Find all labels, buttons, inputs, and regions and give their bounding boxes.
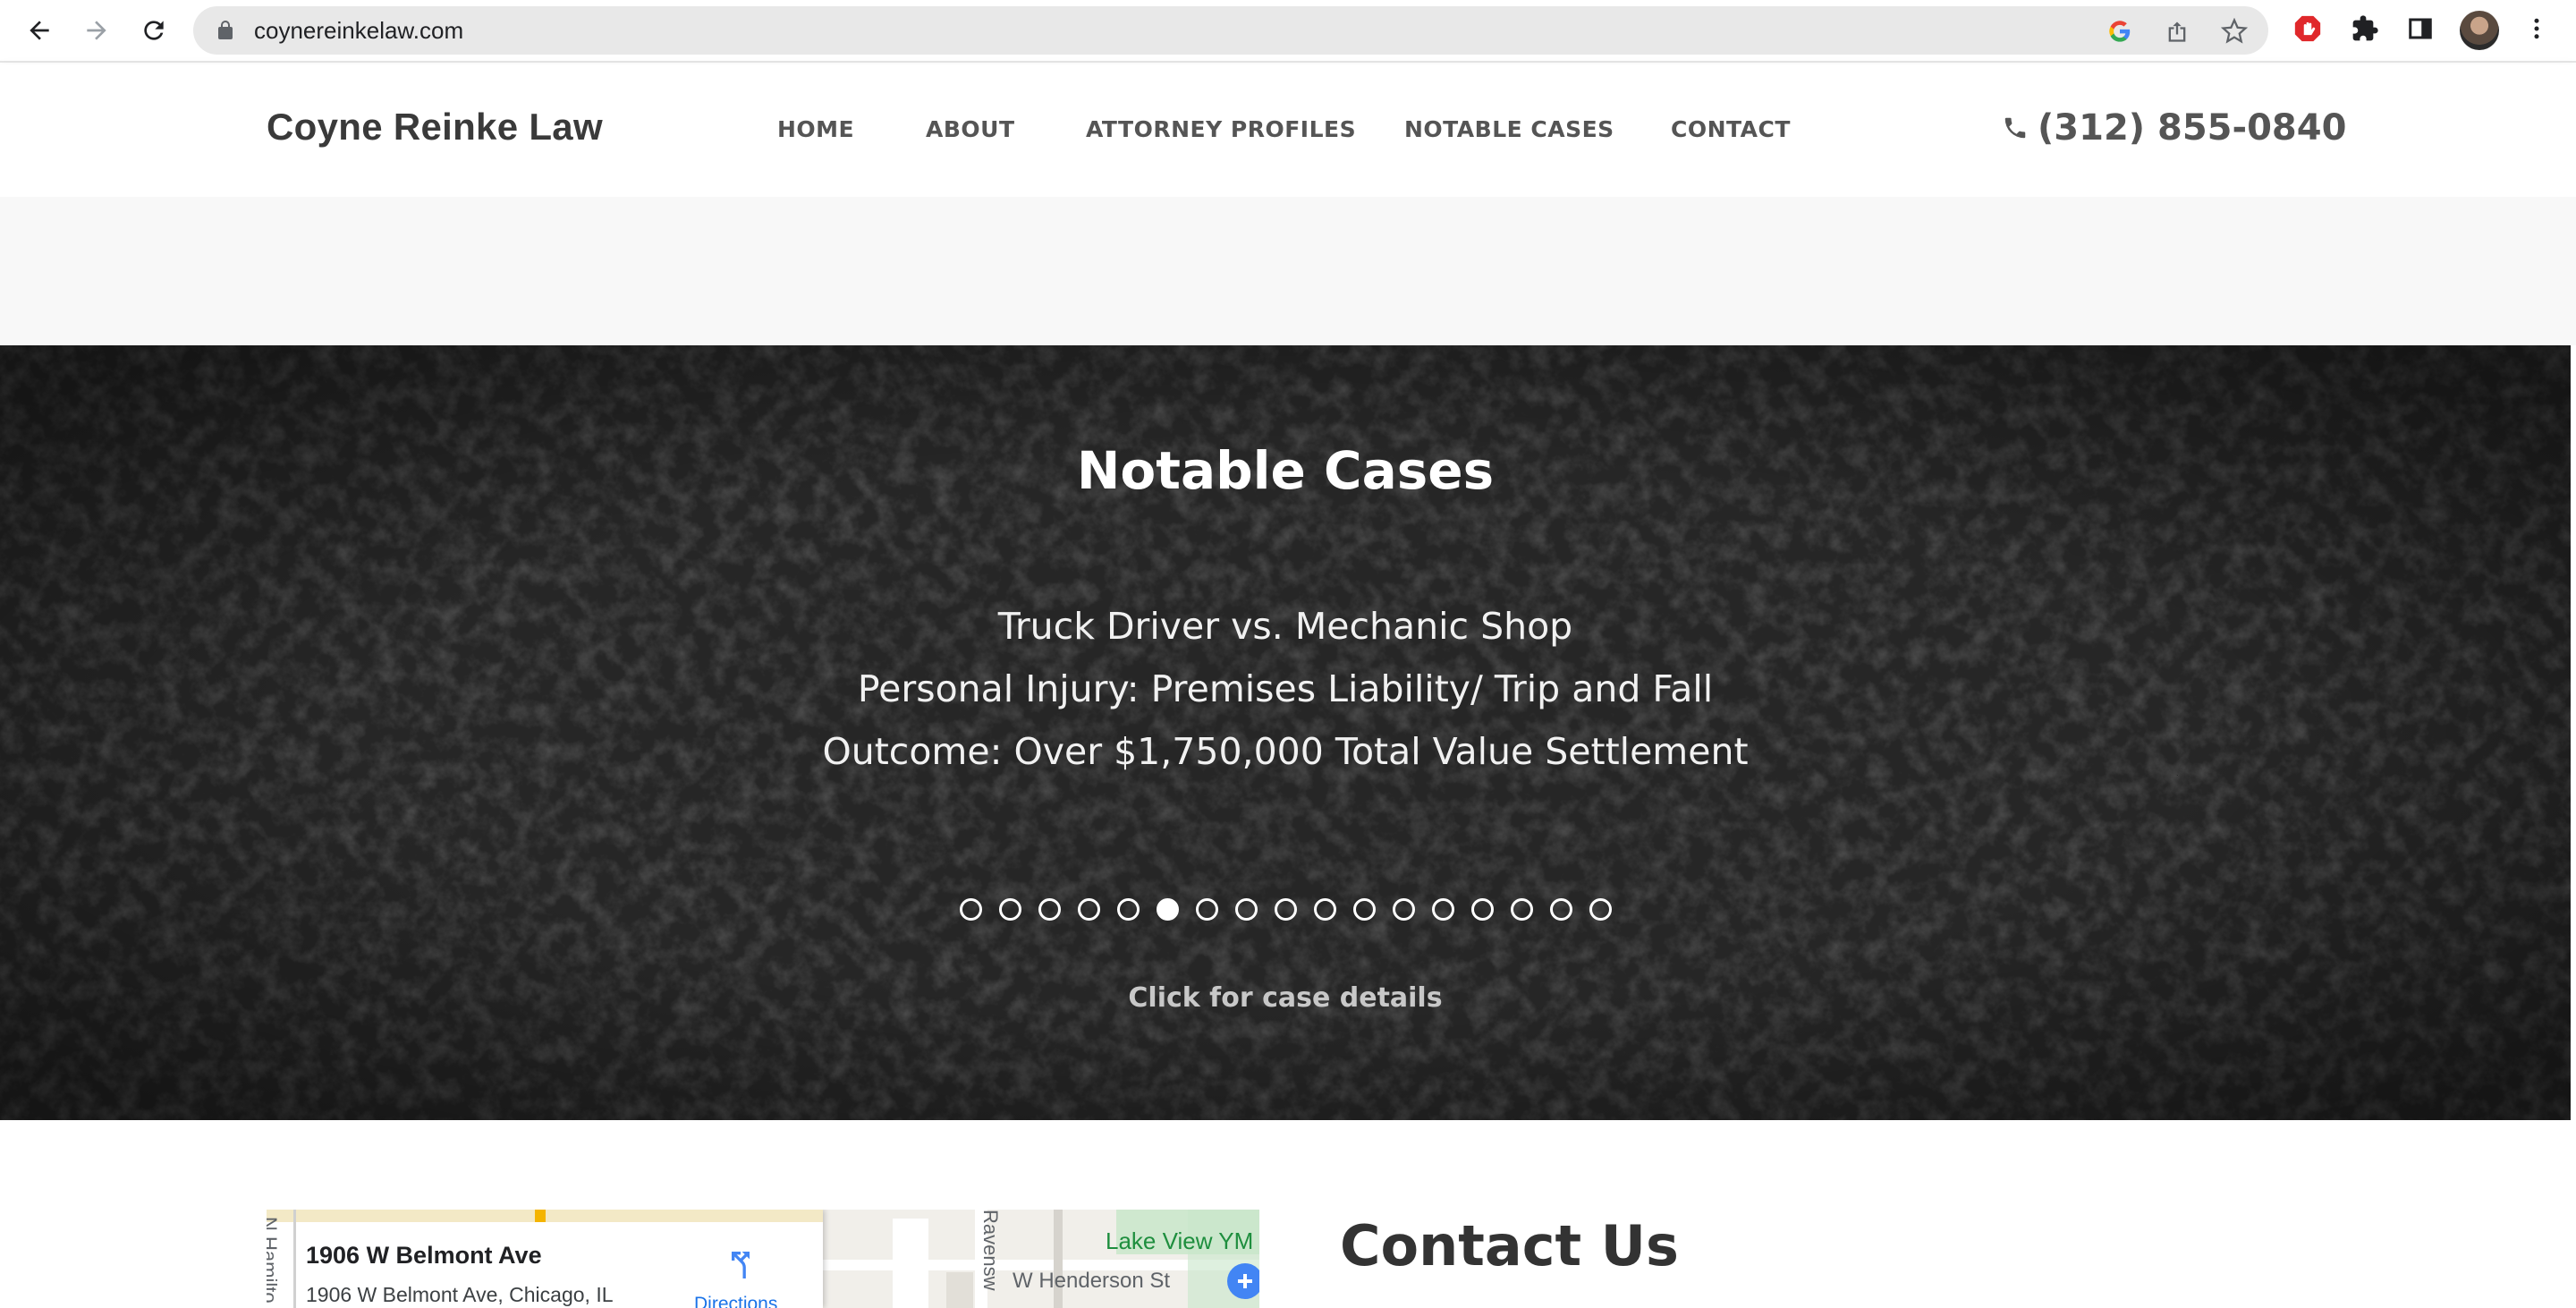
case-outcome[interactable]: Outcome: Over $1,750,000 Total Value Set… xyxy=(0,730,2571,773)
header-spacer xyxy=(0,197,2576,345)
bookmark-star-icon[interactable] xyxy=(2220,17,2249,46)
nav-attorney-profiles[interactable]: ATTORNEY PROFILES xyxy=(1086,116,1356,142)
slider-dot-10[interactable] xyxy=(1314,898,1336,921)
phone-link[interactable]: (312) 855-0840 xyxy=(2002,107,2346,149)
nav-contact[interactable]: CONTACT xyxy=(1671,116,1791,142)
slider-dot-13[interactable] xyxy=(1432,898,1454,921)
slider-dot-8[interactable] xyxy=(1235,898,1258,921)
map-place-title: 1906 W Belmont Ave xyxy=(306,1242,542,1269)
slider-dot-1[interactable] xyxy=(960,898,982,921)
slider-dot-17[interactable] xyxy=(1589,898,1612,921)
slider-dot-4[interactable] xyxy=(1078,898,1100,921)
lock-icon xyxy=(218,21,233,39)
case-details-link[interactable]: Click for case details xyxy=(0,982,2571,1014)
slider-dot-12[interactable] xyxy=(1393,898,1415,921)
back-button[interactable] xyxy=(20,11,59,50)
case-type[interactable]: Personal Injury: Premises Liability/ Tri… xyxy=(0,667,2571,710)
map-street-henderson: W Henderson St xyxy=(1013,1269,1171,1293)
page-edge xyxy=(2571,345,2576,1120)
brand-logo-link[interactable]: Coyne Reinke Law xyxy=(267,106,603,149)
slider-pagination xyxy=(960,898,1612,921)
directions-icon[interactable] xyxy=(723,1247,758,1283)
slider-dot-15[interactable] xyxy=(1511,898,1533,921)
profile-avatar[interactable] xyxy=(2460,11,2499,50)
nav-notable-cases[interactable]: NOTABLE CASES xyxy=(1404,116,1614,142)
slider-dot-7[interactable] xyxy=(1196,898,1218,921)
address-bar[interactable]: coynereinkelaw.com xyxy=(193,6,2268,55)
slider-dot-16[interactable] xyxy=(1550,898,1572,921)
case-title[interactable]: Truck Driver vs. Mechanic Shop xyxy=(0,605,2571,648)
map-place-address: 1906 W Belmont Ave, Chicago, IL xyxy=(306,1283,614,1306)
phone-number: (312) 855-0840 xyxy=(2038,107,2347,149)
map-street-ravenswood: Ravensw xyxy=(979,1210,1002,1291)
directions-link[interactable]: Directions xyxy=(694,1294,777,1308)
google-map-embed[interactable]: N Hamilto 1906 W Belmont Ave 1906 W Belm… xyxy=(267,1210,1259,1308)
share-icon[interactable] xyxy=(2163,17,2191,46)
contact-heading: Contact Us xyxy=(1340,1213,1679,1278)
reload-icon xyxy=(144,21,164,40)
url-text[interactable]: coynereinkelaw.com xyxy=(254,6,463,55)
map-street-hamilton: N Hamilto xyxy=(267,1217,281,1304)
section-title: Notable Cases xyxy=(1076,440,1495,501)
slider-dot-9[interactable] xyxy=(1275,898,1297,921)
forward-button[interactable] xyxy=(77,11,116,50)
nav-about[interactable]: ABOUT xyxy=(926,116,1015,142)
back-arrow-icon xyxy=(30,21,49,40)
google-icon[interactable] xyxy=(2106,17,2134,46)
slider-dot-3[interactable] xyxy=(1038,898,1061,921)
extensions-puzzle-icon[interactable] xyxy=(2349,13,2381,45)
nav-home[interactable]: HOME xyxy=(777,116,854,142)
phone-icon xyxy=(2004,117,2026,139)
browser-toolbar: coynereinkelaw.com xyxy=(0,0,2576,63)
slider-dot-2[interactable] xyxy=(999,898,1021,921)
map-park-label: Lake View YM xyxy=(1106,1227,1254,1254)
map-place-card: N Hamilto 1906 W Belmont Ave 1906 W Belm… xyxy=(267,1210,823,1308)
slider-dot-5[interactable] xyxy=(1117,898,1140,921)
adblock-extension-icon[interactable] xyxy=(2292,13,2324,45)
reload-button[interactable] xyxy=(134,11,174,50)
browser-menu-icon[interactable] xyxy=(2521,13,2553,45)
slider-dot-11[interactable] xyxy=(1353,898,1376,921)
notable-cases-slider: Notable Cases Truck Driver vs. Mechanic … xyxy=(0,345,2571,1120)
side-panel-icon[interactable] xyxy=(2404,13,2436,45)
slider-dot-6[interactable] xyxy=(1157,898,1179,921)
site-header: Coyne Reinke Law HOME ABOUT ATTORNEY PRO… xyxy=(0,64,2576,197)
forward-arrow-icon xyxy=(87,21,106,40)
slider-dot-14[interactable] xyxy=(1471,898,1494,921)
